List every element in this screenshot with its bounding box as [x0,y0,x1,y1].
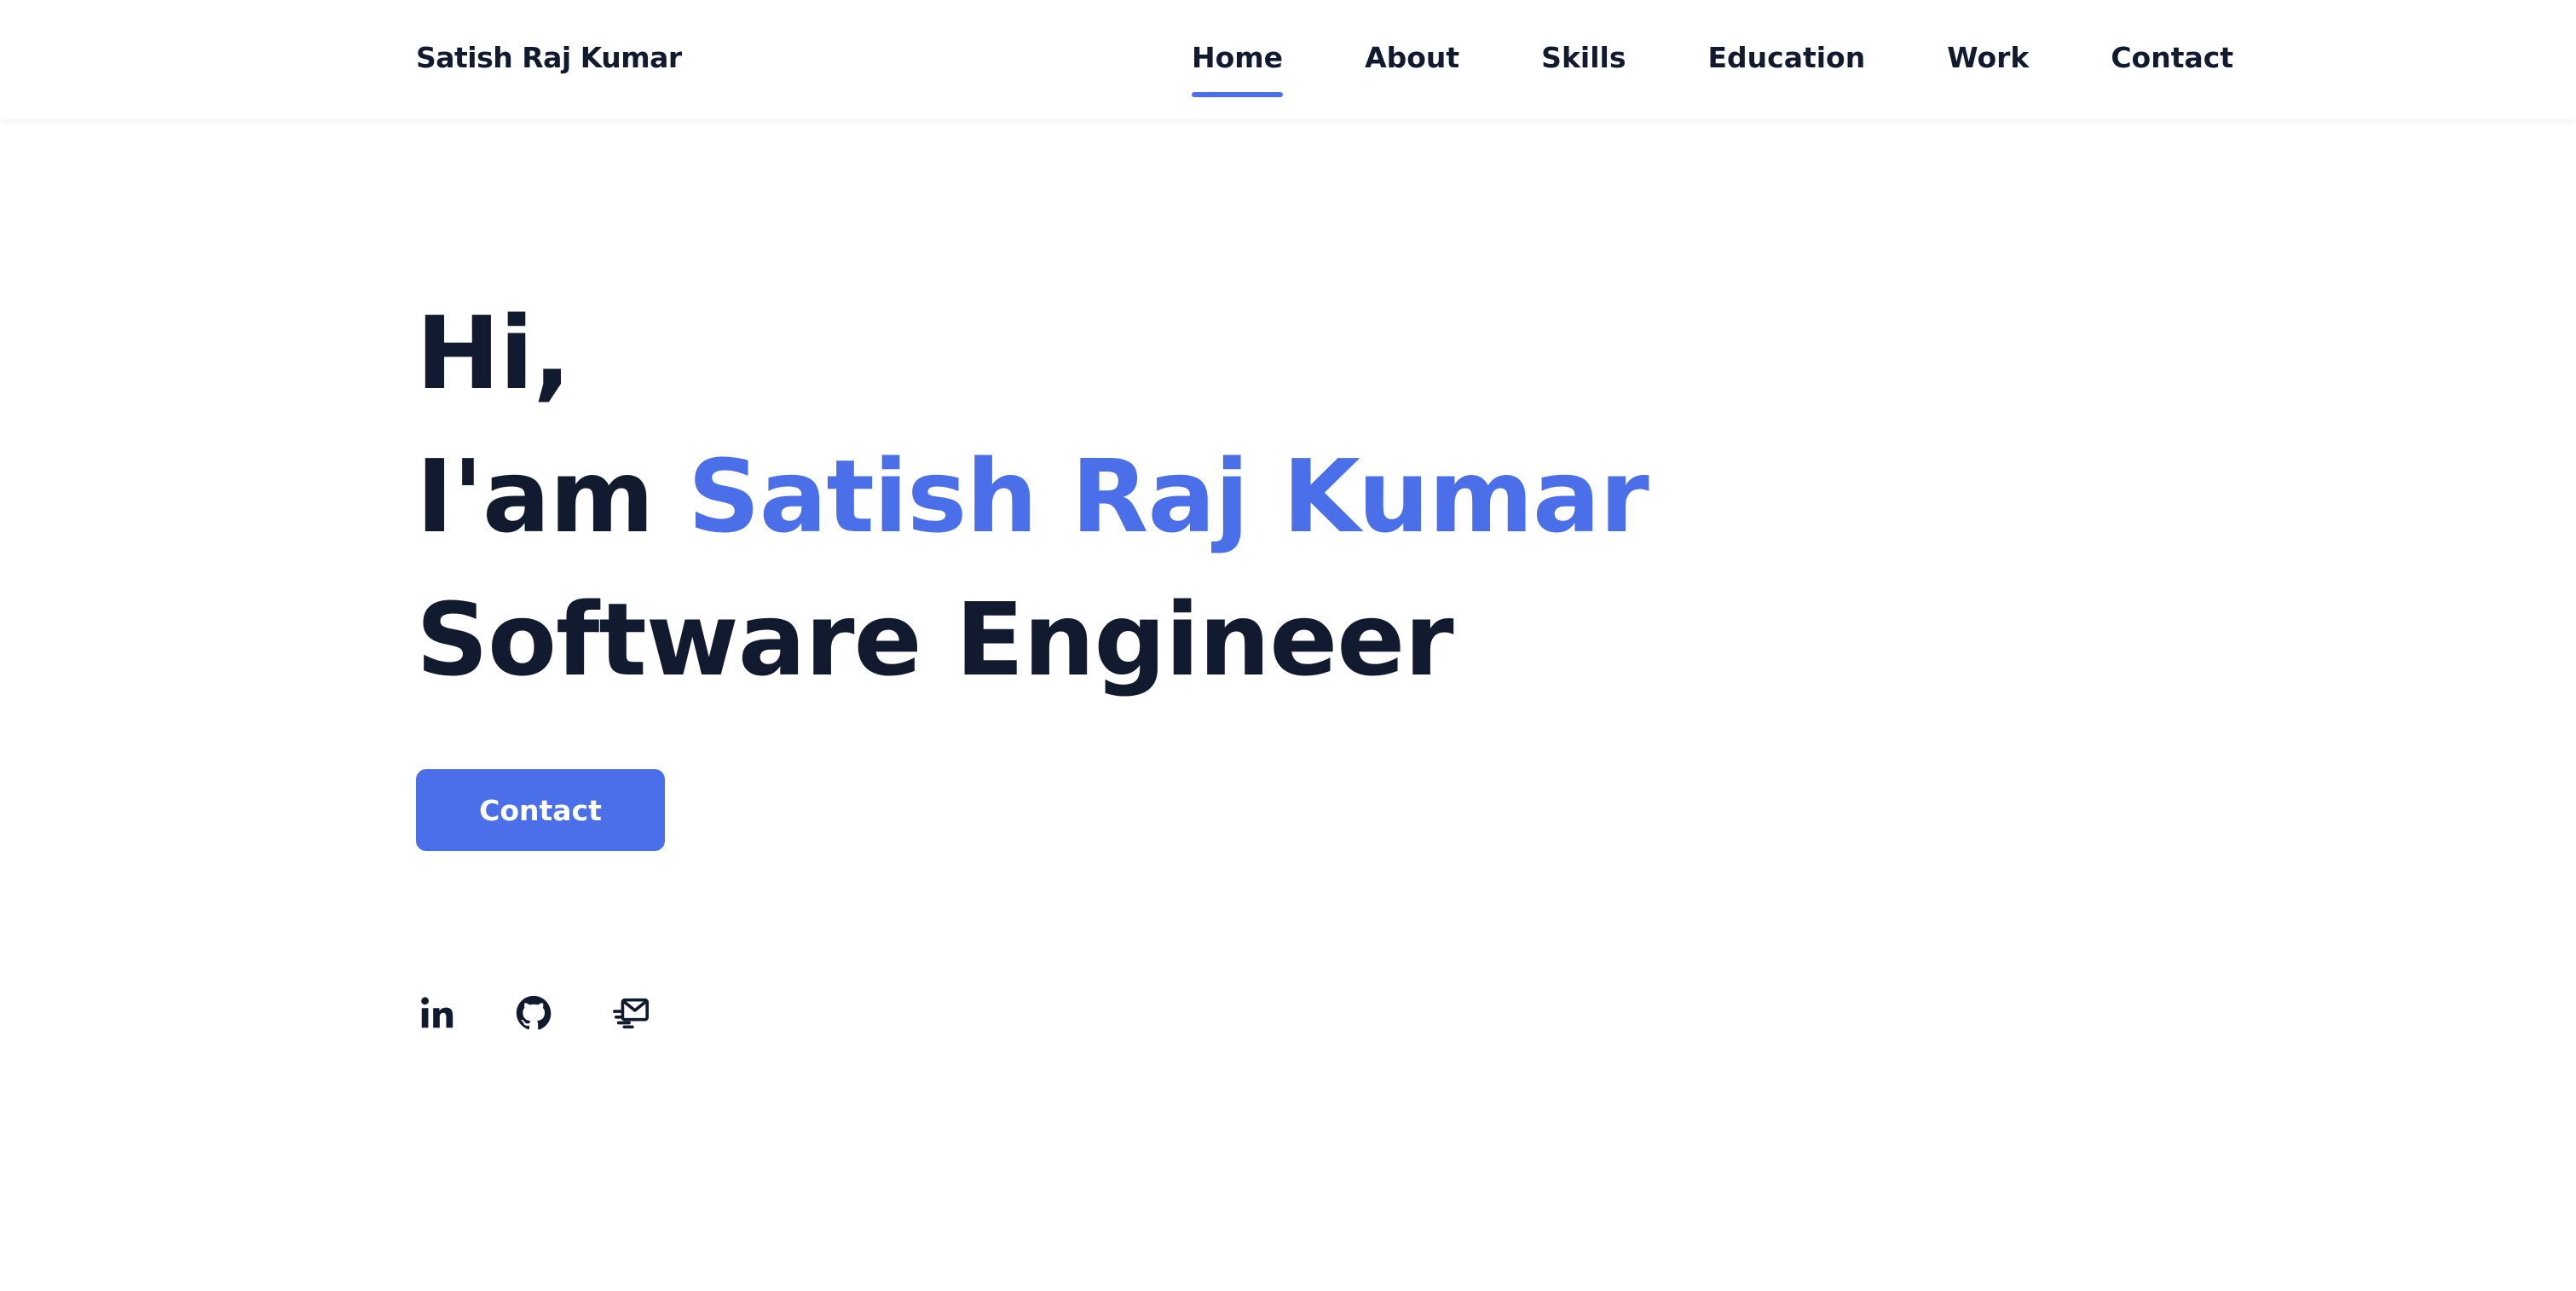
nav-item-about[interactable]: About [1365,39,1459,101]
nav-item-education[interactable]: Education [1707,39,1865,101]
linkedin-icon [421,997,453,1028]
nav-item-work[interactable]: Work [1947,39,2029,101]
site-logo[interactable]: Satish Raj Kumar [416,39,682,77]
nav-item-contact[interactable]: Contact [2111,39,2233,101]
hero-intro: I'am Satish Raj Kumar [416,425,1780,568]
social-links [416,993,651,1033]
nav-item-home[interactable]: Home [1192,39,1284,101]
site-header: Satish Raj Kumar Home About Skills Educa… [0,0,2576,119]
hero-intro-prefix: I'am [416,437,655,555]
hero-section: Hi, I'am Satish Raj Kumar Software Engin… [416,281,1780,711]
github-link[interactable] [513,993,554,1033]
hero-greeting: Hi, [416,294,571,412]
contact-button[interactable]: Contact [416,769,665,851]
main-nav: Home About Skills Education Work Contact [1192,39,2233,101]
hero-name: Satish Raj Kumar [687,437,1649,555]
linkedin-link[interactable] [416,993,457,1033]
email-link[interactable] [610,993,651,1033]
nav-item-skills[interactable]: Skills [1541,39,1626,101]
mail-send-icon [613,998,649,1029]
hero-role: Software Engineer [416,581,1454,698]
github-icon [516,995,552,1030]
